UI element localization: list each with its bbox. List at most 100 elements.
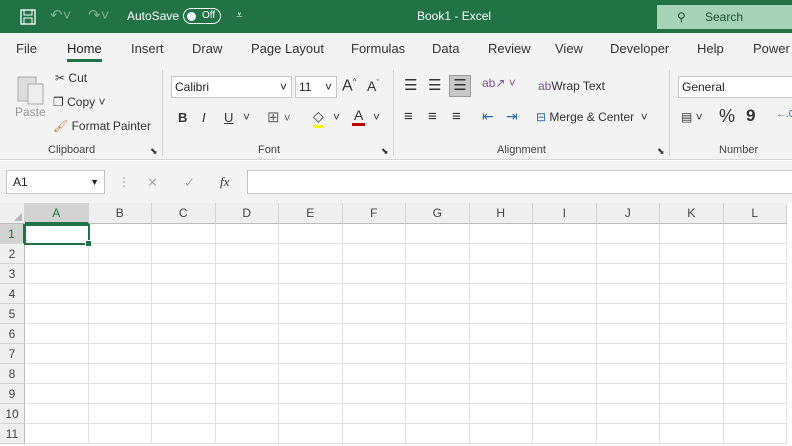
cell[interactable] [723,364,787,384]
cell[interactable] [660,304,724,324]
cell[interactable] [279,404,343,424]
cell[interactable] [596,324,660,344]
cell[interactable] [152,344,216,364]
cell[interactable] [596,244,660,264]
copy-button[interactable]: ❐ Copy ˅ [53,95,105,109]
cell[interactable] [596,284,660,304]
align-center-icon[interactable]: ≡ [428,108,437,125]
cell[interactable] [152,364,216,384]
cell[interactable] [342,284,406,304]
tab-data[interactable]: Data [432,41,459,56]
cell[interactable] [660,264,724,284]
font-size-select[interactable]: 11 ˅ [295,76,337,98]
cell[interactable] [723,424,787,444]
redo-icon[interactable]: ↷˅ [88,6,109,24]
cell[interactable] [88,324,152,344]
decrease-font-button[interactable]: Aˇ [367,78,379,94]
cell[interactable] [469,404,533,424]
cell[interactable] [25,344,89,364]
cell[interactable] [25,244,89,264]
cell[interactable] [596,384,660,404]
bold-button[interactable]: B [178,110,187,125]
cell[interactable] [88,344,152,364]
font-color-icon[interactable]: A [352,107,366,126]
cell[interactable] [533,224,597,244]
row-header[interactable]: 6 [0,324,25,344]
cell[interactable] [660,244,724,264]
cell[interactable] [25,304,89,324]
cell[interactable] [215,384,279,404]
search-box[interactable]: ⚲ Search [657,5,792,29]
decrease-indent-icon[interactable]: ⇤ [482,108,494,125]
cell[interactable] [215,424,279,444]
row-header[interactable]: 8 [0,364,25,384]
cancel-icon[interactable]: ✕ [147,175,158,191]
font-launcher-icon[interactable]: ⬊ [381,146,389,157]
column-header[interactable]: G [406,203,470,224]
cell[interactable] [88,404,152,424]
tab-page-layout[interactable]: Page Layout [251,41,324,56]
row-header[interactable]: 9 [0,384,25,404]
cell[interactable] [25,384,89,404]
cell[interactable] [469,224,533,244]
cut-button[interactable]: ✂ Cut [55,71,87,85]
cell[interactable] [152,324,216,344]
align-right-icon[interactable]: ≡ [452,108,461,125]
cell[interactable] [279,284,343,304]
cell[interactable] [533,404,597,424]
cell[interactable] [596,304,660,324]
row-header[interactable]: 7 [0,344,25,364]
cell[interactable] [25,424,89,444]
orientation-icon[interactable]: ab↗ ˅ [482,76,516,90]
cell[interactable] [533,244,597,264]
undo-icon[interactable]: ↶˅ [50,6,71,24]
tab-developer[interactable]: Developer [610,41,669,56]
comma-button[interactable]: 9 [746,106,755,126]
cell[interactable] [723,284,787,304]
column-header[interactable]: C [152,203,216,224]
column-header[interactable]: D [215,203,279,224]
cell[interactable] [88,284,152,304]
cell[interactable] [342,424,406,444]
cell[interactable] [533,264,597,284]
cell[interactable] [533,424,597,444]
cell[interactable] [152,304,216,324]
cell[interactable] [88,244,152,264]
cell[interactable] [723,304,787,324]
font-color-dropdown[interactable]: ˅ [373,110,380,124]
cell[interactable] [406,324,470,344]
cell[interactable] [25,284,89,304]
row-header[interactable]: 3 [0,264,25,284]
cell[interactable] [215,324,279,344]
cell[interactable] [88,424,152,444]
column-header[interactable]: H [469,203,533,224]
cell[interactable] [342,304,406,324]
cell[interactable] [469,264,533,284]
cell[interactable] [469,424,533,444]
cell[interactable] [406,384,470,404]
cell[interactable] [215,364,279,384]
cell[interactable] [406,344,470,364]
cell[interactable] [469,304,533,324]
customize-qat-icon[interactable]: ⩡ [236,8,243,23]
cell[interactable] [152,284,216,304]
cell[interactable] [342,244,406,264]
alignment-launcher-icon[interactable]: ⬊ [657,146,665,157]
underline-button[interactable]: U [224,110,233,125]
column-header[interactable]: F [342,203,406,224]
cell[interactable] [152,424,216,444]
cell[interactable] [533,324,597,344]
row-header[interactable]: 4 [0,284,25,304]
cell[interactable] [279,424,343,444]
enter-icon[interactable]: ✓ [184,175,195,191]
cell[interactable] [406,244,470,264]
row-header[interactable]: 2 [0,244,25,264]
cell[interactable] [660,324,724,344]
cell[interactable] [215,284,279,304]
tab-formulas[interactable]: Formulas [351,41,405,56]
row-header[interactable]: 11 [0,424,25,444]
row-header[interactable]: 5 [0,304,25,324]
font-name-select[interactable]: Calibri ˅ [171,76,292,98]
tab-help[interactable]: Help [697,41,724,56]
cell[interactable] [279,304,343,324]
